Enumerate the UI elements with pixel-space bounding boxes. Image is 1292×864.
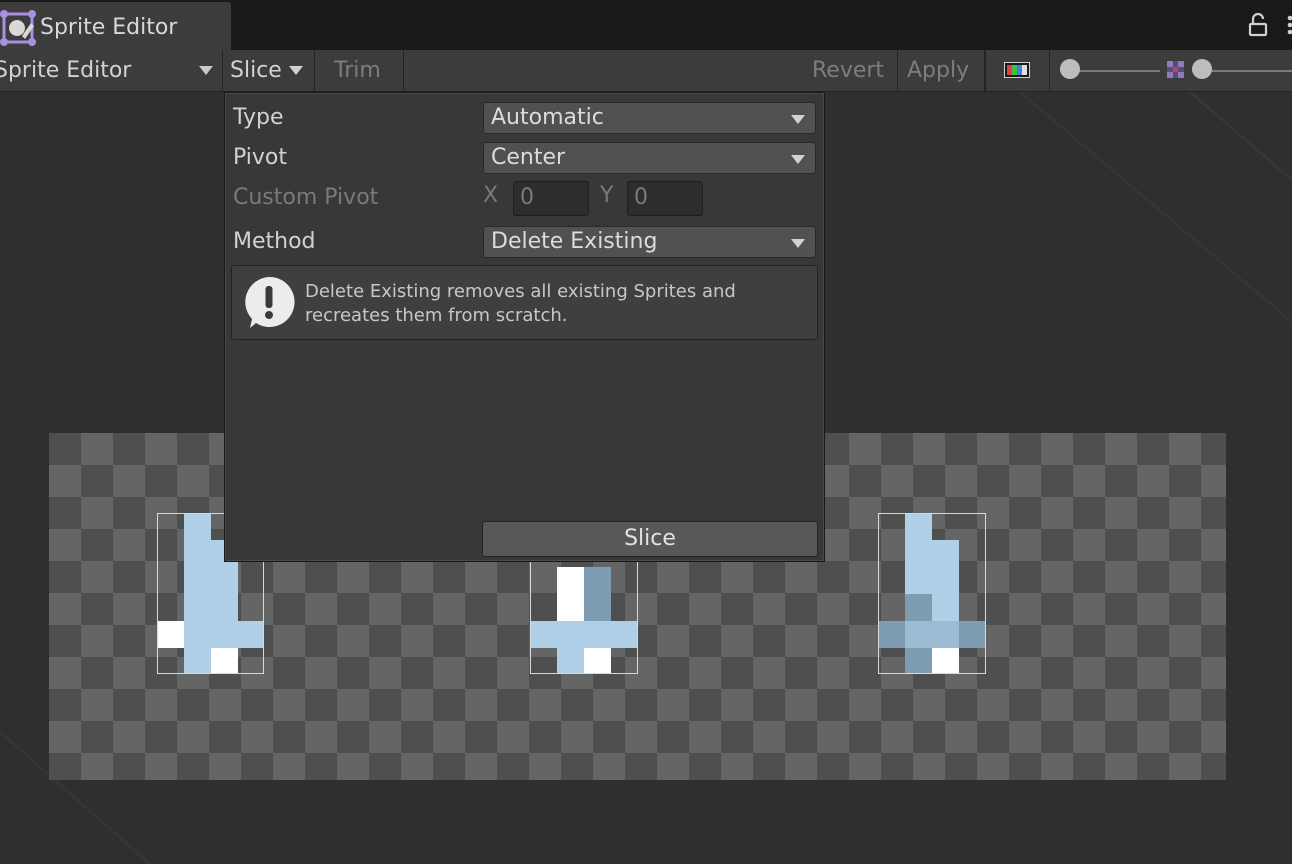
pivot-x-value: 0: [520, 185, 534, 210]
mip-slider-handle[interactable]: [1192, 59, 1212, 79]
pivot-dropdown[interactable]: Center: [483, 142, 816, 174]
apply-label: Apply: [907, 58, 970, 83]
lock-icon[interactable]: [1246, 12, 1270, 38]
alpha-checker-icon: [1167, 61, 1184, 78]
color-channel-toggle[interactable]: [985, 50, 1050, 91]
custom-pivot-label: Custom Pivot: [233, 185, 379, 210]
pivot-label: Pivot: [233, 145, 288, 170]
method-label: Method: [233, 229, 316, 254]
pivot-y-label: Y: [600, 183, 614, 208]
method-value: Delete Existing: [491, 229, 658, 254]
tab-title: Sprite Editor: [40, 15, 178, 40]
zoom-slider-handle[interactable]: [1060, 59, 1080, 79]
pivot-value: Center: [491, 145, 566, 170]
chevron-down-icon: [791, 115, 805, 124]
method-help-box: Delete Existing removes all existing Spr…: [231, 265, 818, 340]
apply-button[interactable]: Apply: [898, 50, 985, 91]
type-label: Type: [233, 105, 284, 130]
editor-mode-dropdown[interactable]: Sprite Editor: [0, 50, 223, 91]
chevron-down-icon: [289, 66, 303, 75]
revert-button[interactable]: Revert: [807, 50, 898, 91]
pivot-y-value: 0: [634, 185, 648, 210]
slice-settings-popup: Type Automatic Pivot Center Custom Pivot…: [224, 92, 825, 562]
rgb-channels-icon: [1004, 62, 1030, 78]
slice-label: Slice: [230, 58, 282, 83]
slice-button-label: Slice: [624, 526, 676, 551]
pivot-x-label: X: [483, 183, 499, 208]
chevron-down-icon: [791, 239, 805, 248]
sprite-editor-icon: [0, 10, 36, 46]
chevron-down-icon: [199, 66, 213, 75]
warning-info-icon: [245, 276, 295, 328]
sprite-3[interactable]: [878, 513, 986, 674]
help-message: Delete Existing removes all existing Spr…: [305, 281, 736, 326]
window-tab-bar: Sprite Editor: [0, 0, 1292, 50]
trim-button[interactable]: Trim: [315, 50, 404, 91]
revert-label: Revert: [812, 58, 885, 83]
slice-dropdown-button[interactable]: Slice: [223, 50, 315, 91]
trim-label: Trim: [334, 58, 381, 83]
editor-mode-label: Sprite Editor: [0, 58, 132, 83]
sprite-editor-tab[interactable]: Sprite Editor: [0, 2, 231, 50]
sprite-editor-toolbar: Sprite Editor Slice Trim Revert Apply: [0, 50, 1292, 92]
type-value: Automatic: [491, 105, 604, 130]
chevron-down-icon: [791, 155, 805, 164]
more-options-icon[interactable]: [1283, 14, 1292, 36]
pivot-x-field[interactable]: 0: [513, 181, 589, 216]
slice-button[interactable]: Slice: [482, 521, 818, 557]
type-dropdown[interactable]: Automatic: [483, 102, 816, 134]
method-dropdown[interactable]: Delete Existing: [483, 226, 816, 258]
pivot-y-field[interactable]: 0: [627, 181, 703, 216]
